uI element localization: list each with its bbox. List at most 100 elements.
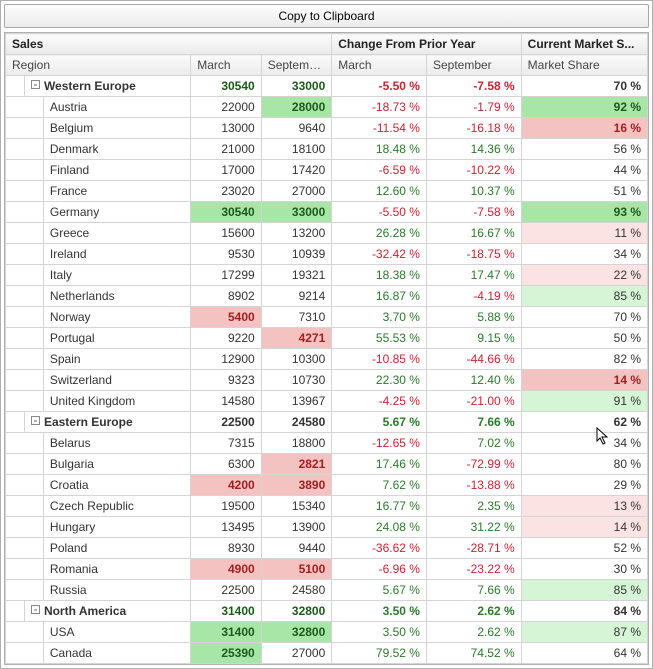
data-row[interactable]: Czech Republic195001534016.77 %2.35 %13 …: [6, 496, 648, 517]
cell-change-september: 5.17 %: [426, 664, 521, 666]
cell-market-share: 80 %: [521, 454, 647, 475]
data-row[interactable]: France230202700012.60 %10.37 %51 %: [6, 181, 648, 202]
col-september[interactable]: September: [261, 55, 332, 76]
data-row[interactable]: Greece156001320026.28 %16.67 %11 %: [6, 223, 648, 244]
data-row[interactable]: Norway540073103.70 %5.88 %70 %: [6, 307, 648, 328]
data-row[interactable]: Switzerland93231073022.30 %12.40 %14 %: [6, 370, 648, 391]
col-change-september[interactable]: September: [426, 55, 521, 76]
cell-march: 7315: [191, 433, 262, 454]
cell-market-share: 16 %: [521, 118, 647, 139]
cell-change-september: -4.19 %: [426, 286, 521, 307]
cell-march: 9220: [191, 328, 262, 349]
cell-market-share: 52 %: [521, 538, 647, 559]
copy-to-clipboard-button[interactable]: Copy to Clipboard: [4, 4, 649, 28]
region-cell: Austria: [43, 97, 190, 118]
expand-icon[interactable]: [31, 416, 40, 425]
cell-market-share: 64 %: [521, 643, 647, 664]
cell-september: 13967: [261, 391, 332, 412]
band-sales[interactable]: Sales: [6, 34, 332, 55]
group-row[interactable]: Eastern Europe22500245805.67 %7.66 %62 %: [6, 412, 648, 433]
cell-market-share: 84 %: [521, 601, 647, 622]
data-row[interactable]: Netherlands8902921416.87 %-4.19 %85 %: [6, 286, 648, 307]
cell-change-september: 12.40 %: [426, 370, 521, 391]
cell-change-september: -7.58 %: [426, 76, 521, 97]
data-row[interactable]: Canada253902700079.52 %74.52 %64 %: [6, 643, 648, 664]
cell-change-september: 7.66 %: [426, 580, 521, 601]
grid-table: Sales Change From Prior Year Current Mar…: [5, 33, 648, 665]
data-row[interactable]: Croatia420038907.62 %-13.88 %29 %: [6, 475, 648, 496]
cell-market-share: 62 %: [521, 412, 647, 433]
data-row[interactable]: Italy172991932118.38 %17.47 %22 %: [6, 265, 648, 286]
cell-september: 13200: [261, 223, 332, 244]
data-row[interactable]: Germany3054033000-5.50 %-7.58 %93 %: [6, 202, 648, 223]
cell-september: 9640: [261, 118, 332, 139]
data-row[interactable]: Belarus731518800-12.65 %7.02 %34 %: [6, 433, 648, 454]
data-row[interactable]: Ireland953010939-32.42 %-18.75 %34 %: [6, 244, 648, 265]
cell-change-september: 14.36 %: [426, 139, 521, 160]
cell-market-share: 82 %: [521, 349, 647, 370]
cell-september: 10730: [261, 370, 332, 391]
cell-change-march: 7.62 %: [332, 475, 427, 496]
region-cell: Portugal: [43, 328, 190, 349]
cell-change-march: -36.62 %: [332, 538, 427, 559]
cell-march: 5400: [191, 307, 262, 328]
cell-market-share: 34 %: [521, 433, 647, 454]
col-market-share[interactable]: Market Share: [521, 55, 647, 76]
cell-market-share: 92 %: [521, 97, 647, 118]
cell-september: 7310: [261, 307, 332, 328]
cell-september: 24580: [261, 580, 332, 601]
cell-market-share: 13 %: [521, 496, 647, 517]
data-row[interactable]: Portugal9220427155.53 %9.15 %50 %: [6, 328, 648, 349]
cell-change-march: 79.52 %: [332, 643, 427, 664]
expand-icon[interactable]: [31, 605, 40, 614]
data-row[interactable]: Russia22500245805.67 %7.66 %85 %: [6, 580, 648, 601]
region-cell: Poland: [43, 538, 190, 559]
data-row[interactable]: Denmark210001810018.48 %14.36 %56 %: [6, 139, 648, 160]
col-region[interactable]: Region: [6, 55, 191, 76]
cell-market-share: 29 %: [521, 475, 647, 496]
cell-change-march: 3.70 %: [332, 307, 427, 328]
group-row[interactable]: North America31400328003.50 %2.62 %84 %: [6, 601, 648, 622]
cell-market-share: 30 %: [521, 559, 647, 580]
data-row[interactable]: USA31400328003.50 %2.62 %87 %: [6, 622, 648, 643]
col-change-march[interactable]: March: [332, 55, 427, 76]
cell-september: 2821: [261, 454, 332, 475]
cell-change-march: 26.28 %: [332, 223, 427, 244]
data-grid[interactable]: Sales Change From Prior Year Current Mar…: [4, 32, 649, 665]
band-change[interactable]: Change From Prior Year: [332, 34, 521, 55]
cell-september: 24580: [261, 412, 332, 433]
data-row[interactable]: Finland1700017420-6.59 %-10.22 %44 %: [6, 160, 648, 181]
cell-september: 33000: [261, 202, 332, 223]
col-march[interactable]: March: [191, 55, 262, 76]
grid-header: Sales Change From Prior Year Current Mar…: [6, 34, 648, 76]
cell-change-march: -5.50 %: [332, 76, 427, 97]
cell-market-share: 51 %: [521, 181, 647, 202]
data-row[interactable]: Poland89309440-36.62 %-28.71 %52 %: [6, 538, 648, 559]
cell-september: 3890: [261, 475, 332, 496]
region-cell: South America: [24, 664, 190, 666]
cell-change-march: -6.59 %: [332, 160, 427, 181]
group-row[interactable]: South America16380175905.98 %5.17 %32 %: [6, 664, 648, 666]
data-row[interactable]: United Kingdom1458013967-4.25 %-21.00 %9…: [6, 391, 648, 412]
data-row[interactable]: Belgium130009640-11.54 %-16.18 %16 %: [6, 118, 648, 139]
cell-change-september: -1.79 %: [426, 97, 521, 118]
region-cell: Canada: [43, 643, 190, 664]
cell-september: 19321: [261, 265, 332, 286]
data-row[interactable]: Hungary134951390024.08 %31.22 %14 %: [6, 517, 648, 538]
expand-icon[interactable]: [31, 80, 40, 89]
cell-march: 22500: [191, 412, 262, 433]
data-row[interactable]: Bulgaria6300282117.46 %-72.99 %80 %: [6, 454, 648, 475]
cell-change-september: -23.22 %: [426, 559, 521, 580]
cell-september: 32800: [261, 601, 332, 622]
cell-change-march: -10.85 %: [332, 349, 427, 370]
cell-change-september: 31.22 %: [426, 517, 521, 538]
data-row[interactable]: Romania49005100-6.96 %-23.22 %30 %: [6, 559, 648, 580]
data-row[interactable]: Spain1290010300-10.85 %-44.66 %82 %: [6, 349, 648, 370]
data-row[interactable]: Austria2200028000-18.73 %-1.79 %92 %: [6, 97, 648, 118]
region-cell: Spain: [43, 349, 190, 370]
region-cell: Denmark: [43, 139, 190, 160]
region-cell: Germany: [43, 202, 190, 223]
region-cell: Belarus: [43, 433, 190, 454]
band-market[interactable]: Current Market S...: [521, 34, 647, 55]
group-row[interactable]: Western Europe3054033000-5.50 %-7.58 %70…: [6, 76, 648, 97]
